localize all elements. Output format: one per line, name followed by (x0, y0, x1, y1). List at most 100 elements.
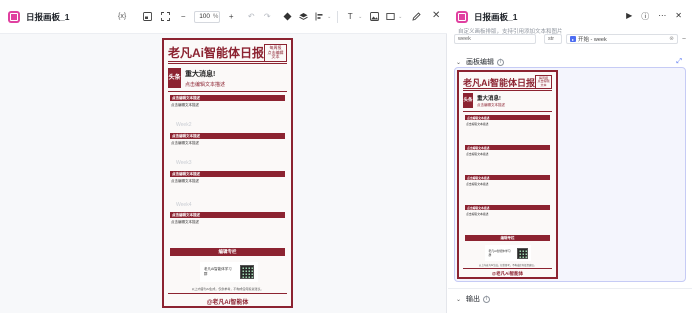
poster-signature: @老凡Ai智能体 (491, 271, 524, 276)
week-watermark: Week3 (176, 160, 192, 166)
chevron-down-icon: ⌄ (456, 59, 462, 66)
poster-divider (463, 111, 552, 112)
news-tag: 头条 (463, 93, 473, 108)
variable-reference[interactable]: ▸ 开始 - week ⊗ (566, 34, 678, 44)
variable-type-select[interactable]: str (544, 34, 562, 44)
section-text: 点击编辑文本描述 (466, 122, 489, 126)
week-watermark: Week2 (176, 122, 192, 128)
news-headline: 重大消息! (477, 95, 501, 102)
clear-icon[interactable]: ⊗ (669, 36, 674, 42)
undo-icon[interactable]: ↶ (244, 10, 258, 24)
canvas-app-icon (8, 10, 20, 23)
close-icon[interactable]: ✕ (432, 10, 440, 21)
toolbar-divider (337, 10, 339, 23)
image-tool-icon[interactable] (367, 10, 381, 24)
start-node-icon: ▸ (570, 36, 576, 42)
help-icon[interactable]: ⓘ (641, 11, 649, 22)
poster-divider (463, 90, 552, 91)
section-title: 点击编辑文本描述 (465, 175, 550, 180)
canvas-workspace[interactable]: 老凡Ai智能体日报 每周报 点击编辑文本 头条 重大消息! 点击编辑文本描述 点… (0, 34, 447, 313)
editor-toolbar: 日报画板_1 {x} − 100 % + ↶ ↷ ⌄ T ⌄ ⌄ ✕ (0, 0, 447, 34)
expand-icon[interactable]: ⤢ (676, 58, 682, 66)
badge-line2: 点击编辑文本 (537, 79, 550, 87)
panel-divider (448, 288, 692, 289)
poster-preview[interactable]: 老凡Ai智能体日报 每周报 点击编辑文本 头条 重大消息! 点击编辑文本描述 点… (457, 70, 558, 279)
disclaimer-text: 以上内容为AI生成，仅供参考，不构成任何投资建议。 (478, 264, 537, 267)
poster-divider (168, 91, 287, 92)
section-text: 点击编辑文本描述 (466, 212, 489, 216)
layers-icon[interactable] (296, 10, 310, 24)
variable-button[interactable]: {x} (118, 10, 126, 24)
node-icon (456, 11, 468, 23)
panel-title[interactable]: 日报画板_1 (474, 11, 517, 23)
chevron-down-icon[interactable]: ⌄ (326, 10, 332, 24)
section-text[interactable]: 点击编辑文本描述 (171, 220, 199, 225)
info-icon[interactable]: i (497, 58, 505, 66)
section-text[interactable]: 点击编辑文本描述 (171, 103, 199, 108)
poster-signature: @老凡Ai智能体 (206, 300, 249, 306)
node-config-panel: 日报画板_1 ▶ ⓘ ⋯ ✕ 自定义画板排版，支持引用添加文本和图片 week … (448, 0, 692, 313)
zoom-input[interactable]: 100 % (194, 10, 221, 23)
poster-divider (168, 63, 287, 64)
align-icon[interactable] (312, 10, 326, 24)
play-icon[interactable]: ▶ (626, 11, 632, 22)
variable-name-input[interactable]: week (454, 34, 536, 44)
chevron-down-icon: ⌄ (456, 296, 462, 303)
qr-code-image (240, 265, 254, 279)
poster-headline-block[interactable]: 头条 重大消息! 点击编辑文本描述 (168, 68, 287, 88)
news-subtitle: 点击编辑文本描述 (477, 102, 505, 107)
poster-divider (463, 88, 552, 89)
poster-title[interactable]: 老凡Ai智能体日报 (168, 44, 264, 61)
section-text[interactable]: 点击编辑文本描述 (171, 141, 199, 146)
fit-screen-icon[interactable] (158, 10, 172, 24)
poster-divider (463, 268, 552, 269)
zoom-in-icon[interactable]: + (224, 10, 238, 24)
redo-icon[interactable]: ↷ (260, 10, 274, 24)
zoom-out-icon[interactable]: − (176, 10, 190, 24)
more-icon[interactable]: ⋯ (658, 11, 666, 22)
frame-icon[interactable] (140, 10, 154, 24)
section-title[interactable]: 点击编辑文本描述 (170, 171, 285, 177)
close-icon[interactable]: ✕ (675, 11, 682, 22)
shape-tool-icon[interactable] (383, 10, 397, 24)
qr-caption: 老凡Ai智能体学习群 (488, 249, 511, 257)
section-title[interactable]: 点击编辑文本描述 (170, 133, 285, 139)
canvas-editor: 日报画板_1 {x} − 100 % + ↶ ↷ ⌄ T ⌄ ⌄ ✕ 老凡Ai智… (0, 0, 447, 313)
poster-badge[interactable]: 每周报 点击编辑文本 (264, 44, 287, 62)
badge-line2: 点击编辑文本 (267, 49, 284, 60)
news-tag: 头条 (168, 68, 181, 88)
qr-block[interactable]: 老凡Ai智能体学习群 (200, 262, 258, 282)
disclaimer-text: 以上内容为AI生成，仅供参考，不构成任何投资建议。 (191, 287, 264, 291)
chevron-down-icon[interactable]: ⌄ (357, 10, 363, 24)
editor-title: 日报画板_1 (26, 11, 70, 22)
footer-bar[interactable]: 编辑专栏 (170, 248, 285, 256)
text-tool-icon[interactable]: T (343, 10, 357, 24)
news-text: 重大消息! 点击编辑文本描述 (477, 94, 505, 108)
footer-bar: 编辑专栏 (465, 235, 550, 241)
section-text: 点击编辑文本描述 (466, 182, 489, 186)
section-title: 点击编辑文本描述 (465, 205, 550, 210)
zoom-unit: % (213, 13, 219, 20)
section-title[interactable]: 点击编辑文本描述 (170, 95, 285, 101)
info-icon[interactable]: i (483, 295, 491, 303)
section-title: 点击编辑文本描述 (465, 145, 550, 150)
panel-actions: ▶ ⓘ ⋯ ✕ (626, 11, 682, 22)
canvas-preview[interactable]: 老凡Ai智能体日报 每周报 点击编辑文本 头条 重大消息! 点击编辑文本描述 点… (454, 67, 686, 282)
output-section-label: 输出 (466, 296, 481, 303)
output-section-header[interactable]: ⌄ 输出 i (456, 294, 491, 304)
section-text[interactable]: 点击编辑文本描述 (171, 179, 199, 184)
news-headline: 重大消息! (185, 70, 216, 78)
qr-caption: 老凡Ai智能体学习群 (204, 267, 232, 276)
variable-row: week str ▸ 开始 - week ⊗ − (454, 33, 686, 45)
pen-tool-icon[interactable] (409, 10, 423, 24)
style-icon[interactable] (280, 10, 294, 24)
app-window: 日报画板_1 {x} − 100 % + ↶ ↷ ⌄ T ⌄ ⌄ ✕ 老凡Ai智… (0, 0, 692, 313)
poster-divider (168, 61, 287, 62)
poster-header: 老凡Ai智能体日报 每周报 点击编辑文本 (168, 44, 287, 62)
poster-headline-block: 头条 重大消息! 点击编辑文本描述 (463, 93, 552, 108)
canvas-section-header[interactable]: ⌄ 画板编辑 i (456, 57, 505, 67)
section-title[interactable]: 点击编辑文本描述 (170, 212, 285, 218)
chevron-down-icon[interactable]: ⌄ (397, 10, 403, 24)
poster-large[interactable]: 老凡Ai智能体日报 每周报 点击编辑文本 头条 重大消息! 点击编辑文本描述 点… (162, 38, 293, 308)
remove-variable-icon[interactable]: − (682, 36, 686, 43)
